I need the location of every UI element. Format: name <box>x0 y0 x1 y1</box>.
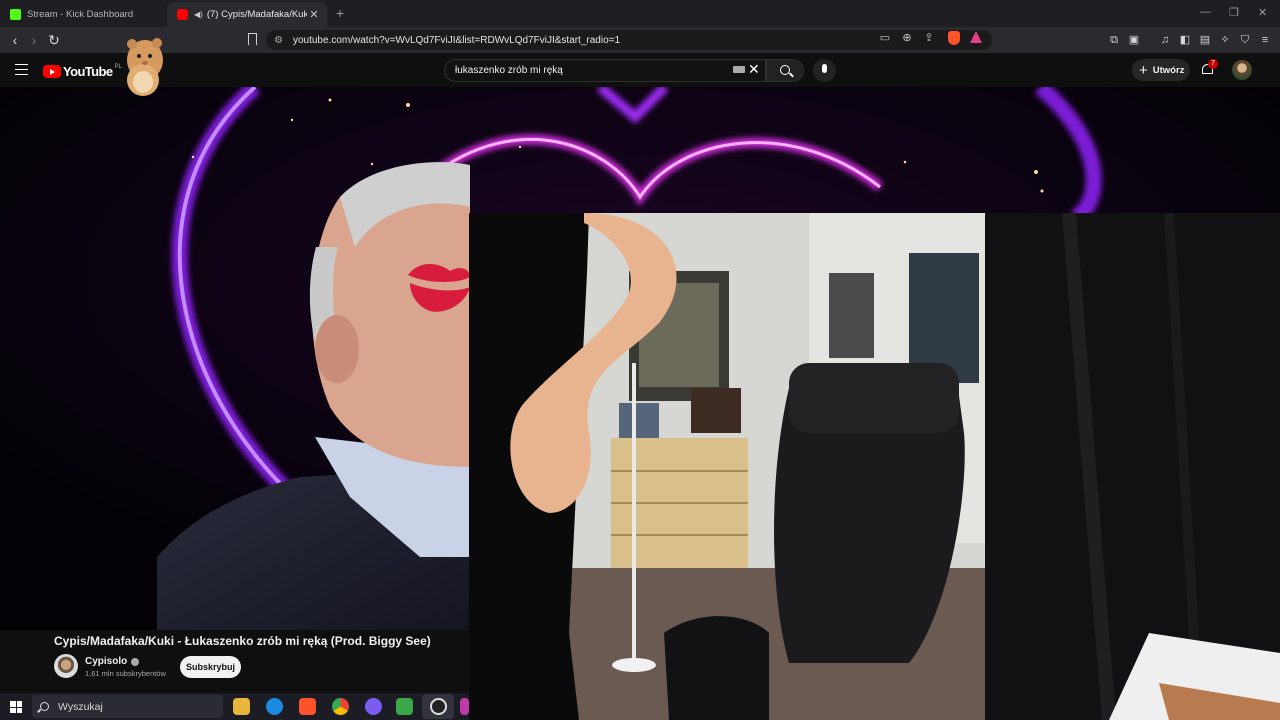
taskbar-search[interactable]: Wyszukaj <box>32 695 223 718</box>
voice-search-button[interactable] <box>813 59 836 82</box>
tab-kick-dashboard[interactable]: Stream - Kick Dashboard <box>0 2 165 27</box>
subscriber-count: 1,61 mln subskrybentów <box>85 669 166 678</box>
speaker-icon[interactable]: ◀) <box>194 10 203 19</box>
channel-avatar[interactable] <box>54 654 78 678</box>
bookmark-icon[interactable] <box>248 33 257 45</box>
file-explorer-icon[interactable] <box>233 698 250 715</box>
brave-rewards-icon[interactable] <box>970 31 982 43</box>
youtube-icon <box>177 9 188 20</box>
brave-shields-icon[interactable] <box>948 31 960 45</box>
youtube-logo[interactable]: YouTube PL <box>43 64 122 79</box>
guide-menu-icon[interactable] <box>15 64 28 75</box>
channel-name: Cypisolo <box>85 656 128 667</box>
url-text: youtube.com/watch?v=WvLQd7FviJI&list=RDW… <box>292 34 621 46</box>
share-icon[interactable]: ⇪ <box>921 30 937 46</box>
kick-icon <box>10 9 21 20</box>
restore-icon[interactable]: ❐ <box>1229 6 1239 19</box>
browser-toolbar: ‹ › ↻ ⚙ youtube.com/watch?v=WvLQd7FviJI&… <box>0 27 1280 53</box>
logo-text: YouTube <box>63 64 113 79</box>
search-field[interactable] <box>444 59 766 82</box>
leo-ai-icon[interactable]: ✧ <box>1216 31 1234 49</box>
youtube-play-icon <box>43 65 61 78</box>
new-tab-icon[interactable]: + <box>336 5 344 21</box>
country-code: PL <box>114 64 122 70</box>
browser-tab-strip: Stream - Kick Dashboard ◀) (7) Cypis/Mad… <box>0 0 1280 27</box>
brave-icon[interactable] <box>299 698 316 715</box>
notifications-button[interactable]: 7 <box>1201 59 1218 77</box>
hamster-sticker <box>127 38 163 96</box>
create-button[interactable]: + Utwórz <box>1132 59 1190 81</box>
wallet-icon[interactable]: ▤ <box>1196 31 1214 49</box>
create-label: Utwórz <box>1152 64 1185 76</box>
webcam-feed <box>469 213 1280 720</box>
chrome-icon[interactable] <box>332 698 349 715</box>
menu-icon[interactable]: ≡ <box>1256 31 1274 49</box>
vpn-icon[interactable]: ⛉ <box>1236 31 1254 49</box>
extensions-icon[interactable]: ⧉ <box>1105 31 1123 49</box>
notification-count-badge: 7 <box>1208 59 1218 69</box>
verified-icon <box>131 657 140 666</box>
windows-taskbar: Wyszukaj <box>0 693 469 720</box>
taskbar-search-placeholder: Wyszukaj <box>58 700 103 713</box>
site-info-icon[interactable]: ⚙ <box>274 35 283 46</box>
obs-icon[interactable] <box>430 698 447 715</box>
subscribe-button[interactable]: Subskrybuj <box>180 656 241 678</box>
search-button[interactable] <box>766 59 804 82</box>
back-icon[interactable]: ‹ <box>6 31 24 49</box>
close-tab-icon[interactable]: ✕ <box>307 8 321 21</box>
kick-app-icon[interactable] <box>396 698 413 715</box>
clear-search-icon[interactable]: ✕ <box>748 62 760 76</box>
webcam-overlay <box>469 213 1280 720</box>
tab-label: Stream - Kick Dashboard <box>27 9 134 20</box>
edge-icon[interactable] <box>266 698 283 715</box>
cast-icon[interactable]: ▭ <box>877 30 893 46</box>
media-icon[interactable]: ♫ <box>1156 31 1174 49</box>
zoom-icon[interactable]: ⊕ <box>899 30 915 46</box>
account-avatar[interactable] <box>1232 60 1252 80</box>
channel-name-row[interactable]: Cypisolo <box>85 656 140 667</box>
windows-start-icon[interactable] <box>10 701 22 713</box>
app-icon[interactable] <box>460 698 469 715</box>
search-icon <box>780 65 790 75</box>
search-icon <box>40 702 49 711</box>
discord-icon[interactable] <box>365 698 382 715</box>
search-input[interactable] <box>455 65 715 76</box>
forward-icon[interactable]: › <box>25 31 43 49</box>
youtube-header: YouTube PL ✕ + Utwórz 7 <box>0 53 1280 87</box>
reload-icon[interactable]: ↻ <box>45 31 63 49</box>
video-title: Cypis/Madafaka/Kuki - Łukaszenko zrób mi… <box>54 634 431 648</box>
close-window-icon[interactable]: ✕ <box>1258 6 1267 19</box>
plus-icon: + <box>1139 61 1148 79</box>
sidebar-icon[interactable]: ◧ <box>1176 31 1194 49</box>
tab-label: (7) Cypis/Madafaka/Kuki - Łuk <box>206 9 307 20</box>
screenshot-icon[interactable]: ▣ <box>1125 31 1143 49</box>
tab-youtube-video[interactable]: ◀) (7) Cypis/Madafaka/Kuki - Łuk ✕ <box>167 2 327 27</box>
minimize-icon[interactable]: — <box>1200 6 1211 18</box>
microphone-icon <box>822 64 827 73</box>
video-info: Cypis/Madafaka/Kuki - Łukaszenko zrób mi… <box>0 630 469 693</box>
keyboard-icon[interactable] <box>733 66 745 73</box>
